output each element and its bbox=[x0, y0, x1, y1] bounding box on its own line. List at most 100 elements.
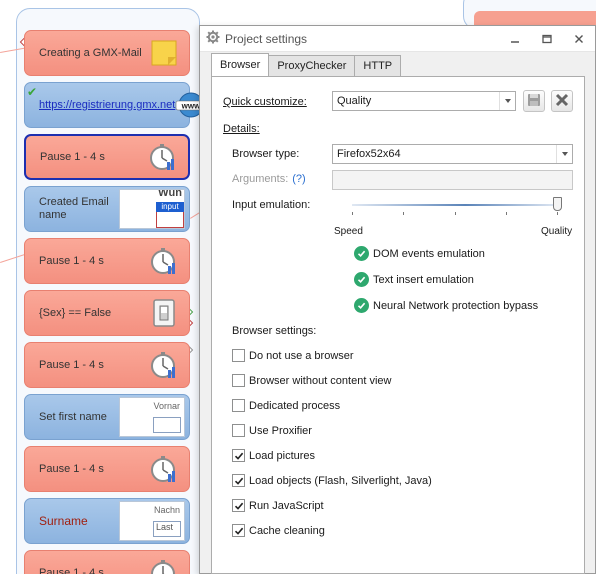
form-preview-thumbnail: Nachn Last bbox=[119, 501, 185, 541]
save-preset-button[interactable] bbox=[523, 90, 545, 112]
run-javascript-checkbox[interactable] bbox=[232, 499, 245, 512]
load-pictures-label: Load pictures bbox=[249, 449, 316, 462]
slider-thumb[interactable] bbox=[553, 197, 562, 211]
slider-max-label: Quality bbox=[541, 226, 573, 237]
sticky-note-icon bbox=[147, 36, 181, 70]
workflow-node-label: Creating a GMX-Mail bbox=[39, 46, 142, 59]
load-objects-option[interactable]: Load objects (Flash, Silverlight, Java) bbox=[232, 474, 432, 487]
run-javascript-option[interactable]: Run JavaScript bbox=[232, 499, 324, 512]
floppy-disk-icon bbox=[527, 93, 541, 110]
slider-tick bbox=[403, 212, 404, 215]
stopwatch-icon bbox=[147, 556, 181, 574]
browser-without-content-view-checkbox[interactable] bbox=[232, 374, 245, 387]
text-insert-emulation-option[interactable]: Text insert emulation bbox=[354, 272, 474, 287]
arguments-help-link[interactable]: (?) bbox=[292, 173, 305, 185]
dialog-titlebar[interactable]: Project settings bbox=[200, 26, 595, 52]
browser-type-select[interactable]: Firefox52x64 bbox=[332, 144, 573, 164]
load-objects-label: Load objects (Flash, Silverlight, Java) bbox=[249, 474, 432, 487]
workflow-node[interactable]: Created Email name Wün input bbox=[24, 186, 190, 232]
do-not-use-browser-checkbox[interactable] bbox=[232, 349, 245, 362]
dom-events-emulation-label: DOM events emulation bbox=[373, 247, 485, 260]
tab-http[interactable]: HTTP bbox=[354, 55, 402, 76]
thumb-field: Last bbox=[153, 521, 181, 537]
browser-settings-panel: Quick customize: Quality Details: Browse… bbox=[211, 76, 585, 574]
load-pictures-checkbox[interactable] bbox=[232, 449, 245, 462]
use-proxifier-checkbox[interactable] bbox=[232, 424, 245, 437]
workflow-node-label: Pause 1 - 4 s bbox=[39, 462, 104, 475]
workflow-node-label: Set first name bbox=[39, 410, 107, 423]
chevron-down-icon bbox=[499, 92, 515, 110]
workflow-node[interactable]: Set first name Vornar bbox=[24, 394, 190, 440]
cache-cleaning-checkbox[interactable] bbox=[232, 524, 245, 537]
check-circle-icon bbox=[354, 298, 369, 313]
arguments-label: Arguments: bbox=[232, 173, 289, 185]
thumb-text: Wün bbox=[158, 189, 182, 199]
neural-network-bypass-option[interactable]: Neural Network protection bypass bbox=[354, 298, 538, 313]
close-icon bbox=[555, 93, 569, 110]
workflow-node[interactable]: {Sex} == False bbox=[24, 290, 190, 336]
close-button[interactable] bbox=[563, 26, 595, 52]
gear-icon bbox=[206, 30, 220, 47]
browser-without-content-view-label: Browser without content view bbox=[249, 374, 392, 387]
tab-proxychecker[interactable]: ProxyChecker bbox=[268, 55, 356, 76]
quick-customize-select[interactable]: Quality bbox=[332, 91, 516, 111]
check-circle-icon bbox=[354, 272, 369, 287]
workflow-node[interactable]: Pause 1 - 4 s bbox=[24, 134, 190, 180]
delete-preset-button[interactable] bbox=[551, 90, 573, 112]
browser-settings-label: Browser settings: bbox=[232, 325, 317, 337]
cache-cleaning-option[interactable]: Cache cleaning bbox=[232, 524, 325, 537]
workflow-node[interactable]: https://registrierung.gmx.net www bbox=[24, 82, 207, 128]
dialog-title: Project settings bbox=[225, 31, 308, 46]
quick-customize-value: Quality bbox=[337, 95, 372, 107]
stopwatch-icon bbox=[147, 348, 181, 382]
slider-tick bbox=[557, 212, 558, 215]
dedicated-process-option[interactable]: Dedicated process bbox=[232, 399, 340, 412]
workflow-node-label: Created Email name bbox=[39, 196, 109, 221]
load-objects-checkbox[interactable] bbox=[232, 474, 245, 487]
thumb-field-outline bbox=[156, 212, 184, 228]
slider-tick bbox=[506, 212, 507, 215]
check-circle-icon bbox=[354, 246, 369, 261]
input-emulation-slider[interactable] bbox=[352, 195, 562, 221]
workflow-node[interactable]: Pause 1 - 4 s bbox=[24, 238, 190, 284]
neural-network-bypass-label: Neural Network protection bypass bbox=[373, 299, 539, 312]
input-emulation-label: Input emulation: bbox=[232, 199, 311, 211]
workflow-node[interactable]: Creating a GMX-Mail bbox=[24, 30, 190, 76]
thumb-input-badge: input bbox=[156, 202, 184, 212]
do-not-use-browser-label: Do not use a browser bbox=[249, 349, 354, 362]
do-not-use-browser-option[interactable]: Do not use a browser bbox=[232, 349, 354, 362]
workflow-node-label: https://registrierung.gmx.net bbox=[39, 98, 176, 111]
workflow-node[interactable]: Pause 1 - 4 s bbox=[24, 342, 190, 388]
browser-without-content-view-option[interactable]: Browser without content view bbox=[232, 374, 391, 387]
browser-type-label: Browser type: bbox=[232, 148, 300, 160]
load-pictures-option[interactable]: Load pictures bbox=[232, 449, 315, 462]
workflow-node-label: Pause 1 - 4 s bbox=[39, 358, 104, 371]
workflow-node-label: Pause 1 - 4 s bbox=[39, 566, 104, 574]
thumb-text: Nachn bbox=[153, 505, 180, 515]
quick-customize-label: Quick customize: bbox=[223, 96, 307, 108]
thumb-text: Vornar bbox=[153, 401, 180, 411]
minimize-button[interactable] bbox=[499, 26, 531, 52]
workflow-node[interactable]: Surname Nachn Last bbox=[24, 498, 190, 544]
dedicated-process-label: Dedicated process bbox=[249, 399, 341, 412]
switch-icon bbox=[147, 296, 181, 330]
workflow-node-label: Surname bbox=[39, 513, 88, 528]
chevron-down-icon bbox=[556, 145, 572, 163]
workflow-node-label: Pause 1 - 4 s bbox=[40, 150, 105, 163]
tab-browser[interactable]: Browser bbox=[211, 53, 270, 76]
dom-events-emulation-option[interactable]: DOM events emulation bbox=[354, 246, 485, 261]
dedicated-process-checkbox[interactable] bbox=[232, 399, 245, 412]
browser-type-value: Firefox52x64 bbox=[337, 148, 401, 160]
workflow-node[interactable]: Pause 1 - 4 s bbox=[24, 446, 190, 492]
maximize-button[interactable] bbox=[531, 26, 563, 52]
form-preview-thumbnail: Wün input bbox=[119, 189, 185, 229]
slider-tick bbox=[352, 212, 353, 215]
arguments-input[interactable] bbox=[332, 170, 573, 190]
use-proxifier-option[interactable]: Use Proxifier bbox=[232, 424, 312, 437]
details-label: Details: bbox=[223, 123, 260, 135]
tab-bar: Browser ProxyChecker HTTP bbox=[211, 53, 402, 77]
workflow-node[interactable]: Pause 1 - 4 s bbox=[24, 550, 190, 574]
use-proxifier-label: Use Proxifier bbox=[249, 424, 312, 437]
stopwatch-icon bbox=[147, 244, 181, 278]
check-icon: ✔ bbox=[27, 85, 38, 99]
